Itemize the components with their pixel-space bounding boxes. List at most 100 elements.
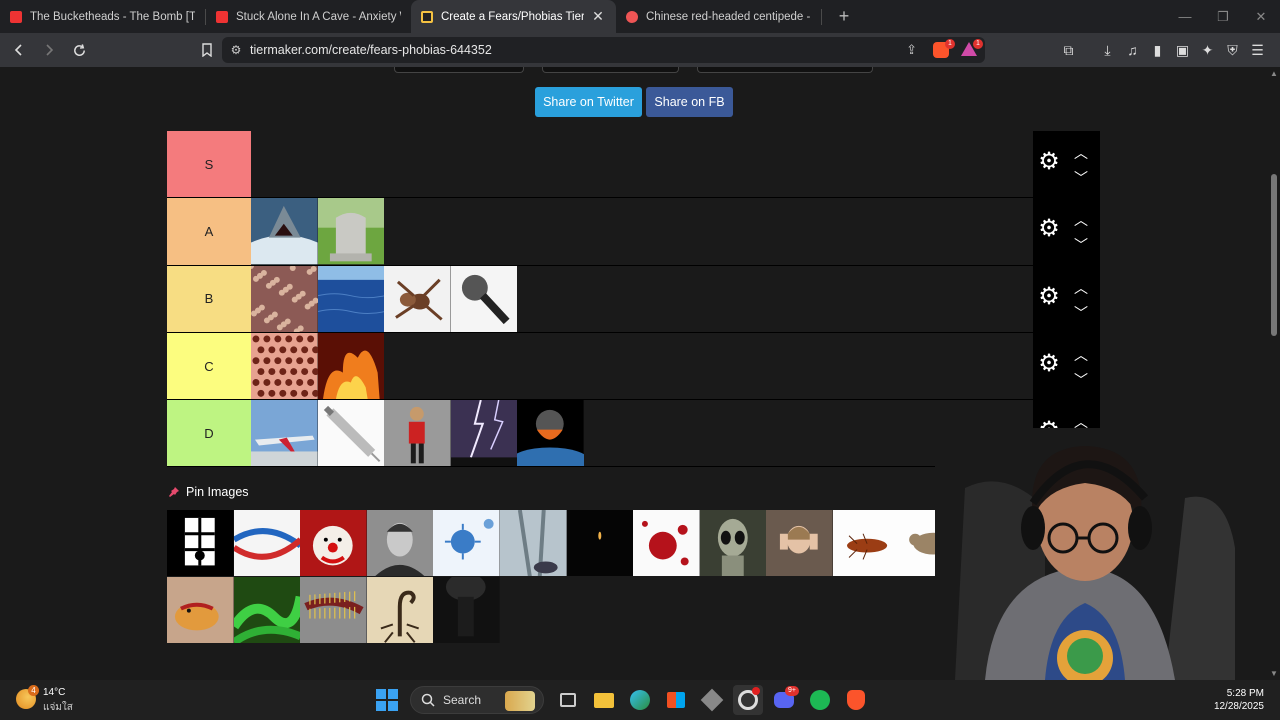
tier-label[interactable]: A: [167, 198, 251, 265]
weather-widget[interactable]: 4 14°C แจ่มใส: [16, 685, 96, 715]
address-bar[interactable]: ⚙ tiermaker.com/create/fears-phobias-644…: [222, 37, 985, 63]
tier-drop-zone[interactable]: [251, 198, 1033, 265]
new-tab-button[interactable]: +: [830, 6, 858, 27]
puppet-image[interactable]: [384, 400, 451, 467]
tier-drop-zone[interactable]: [251, 265, 1033, 332]
sidebar-icon[interactable]: ▮: [1145, 42, 1170, 59]
ocean-image[interactable]: [317, 265, 385, 332]
syringe-image[interactable]: [317, 400, 385, 467]
chevron-down-icon[interactable]: ﹀: [1074, 303, 1088, 323]
tier-drop-zone[interactable]: [251, 131, 1033, 198]
share-icon[interactable]: ⇪: [906, 42, 917, 58]
media-icon[interactable]: ♫: [1120, 42, 1145, 58]
reload-button[interactable]: [66, 37, 92, 63]
windows-start-icon[interactable]: [376, 689, 398, 711]
blood-image[interactable]: [633, 510, 700, 577]
share-twitter-button[interactable]: Share on Twitter: [535, 87, 642, 117]
chevron-up-icon[interactable]: ︿: [1074, 278, 1088, 298]
portrait-man-image[interactable]: [366, 510, 434, 577]
airplane-image[interactable]: [251, 400, 318, 467]
chevron-up-icon[interactable]: ︿: [1074, 345, 1088, 365]
discord-icon[interactable]: 9+: [769, 685, 799, 715]
scroll-up-icon[interactable]: ▲: [1270, 69, 1278, 78]
holes-trypophobia-image[interactable]: [251, 332, 318, 400]
page-scrollbar[interactable]: ▲ ▼: [1268, 67, 1280, 680]
restore-icon[interactable]: ❐: [1204, 0, 1242, 33]
leo-ai-icon[interactable]: ✦: [1195, 42, 1220, 59]
chevron-up-icon[interactable]: ︿: [1074, 143, 1088, 163]
chevron-down-icon[interactable]: ﹀: [1074, 235, 1088, 255]
obs-icon[interactable]: [733, 685, 763, 715]
gear-icon[interactable]: ⚙: [1038, 217, 1060, 241]
tier-label[interactable]: S: [167, 131, 251, 198]
dark-shadow-image[interactable]: [433, 576, 500, 643]
candle-dark-image[interactable]: [566, 510, 634, 577]
tier-drop-zone[interactable]: [251, 332, 1033, 400]
scorpion-image[interactable]: [366, 576, 434, 643]
vpn-icon[interactable]: ⛨: [1220, 42, 1245, 59]
pin-images-toggle[interactable]: Pin Images: [168, 485, 249, 499]
clown-image[interactable]: [300, 510, 367, 577]
close-tab-icon[interactable]: ✕: [590, 8, 606, 25]
scared-child-image[interactable]: [766, 510, 833, 577]
wallet-icon[interactable]: ▣: [1170, 42, 1195, 59]
taskbar-search[interactable]: Search: [410, 686, 544, 714]
share-facebook-button[interactable]: Share on FB: [646, 87, 733, 117]
gravestone-image[interactable]: [317, 198, 385, 265]
system-clock[interactable]: 5:28 PM 12/28/2025: [1214, 687, 1264, 713]
tab-tiermaker[interactable]: Create a Fears/Phobias Tier List ✕: [411, 0, 616, 33]
close-window-icon[interactable]: ✕: [1242, 0, 1280, 33]
button-partial[interactable]: [394, 67, 524, 73]
microsoft-store-icon[interactable]: [661, 685, 691, 715]
site-settings-icon[interactable]: ⚙: [222, 43, 250, 57]
download-icon[interactable]: ⤓: [1095, 42, 1120, 59]
tarantula-image[interactable]: [384, 265, 451, 332]
tab-youtube-bucketheads[interactable]: The Bucketheads - The Bomb [These: [0, 0, 205, 33]
minimize-icon[interactable]: —: [1166, 0, 1204, 33]
virus-image[interactable]: [433, 510, 500, 577]
lizard-image[interactable]: [167, 576, 234, 643]
back-button[interactable]: [6, 37, 32, 63]
tier-drop-zone[interactable]: [251, 400, 1033, 467]
alien-image[interactable]: [699, 510, 767, 577]
fire-image[interactable]: [317, 332, 385, 400]
centipede-image[interactable]: [300, 576, 367, 643]
bookmark-button[interactable]: [194, 37, 220, 63]
crowd-image[interactable]: [251, 265, 318, 332]
asteroid-earth-image[interactable]: [517, 400, 584, 467]
streamer-webcam-image: [935, 428, 1268, 680]
tier-label[interactable]: B: [167, 265, 251, 332]
dark-window-image[interactable]: [167, 510, 234, 577]
knot-image[interactable]: [233, 510, 301, 577]
edge-icon[interactable]: [625, 685, 655, 715]
button-partial[interactable]: [542, 67, 679, 73]
chevron-up-icon[interactable]: ︿: [1074, 210, 1088, 230]
pin-images-label: Pin Images: [186, 485, 249, 499]
brave-icon[interactable]: [841, 685, 871, 715]
forward-button[interactable]: [36, 37, 62, 63]
microphone-image[interactable]: [450, 265, 518, 332]
screenshot-icon[interactable]: ⧉: [1056, 42, 1081, 59]
tab-brave-search-centipede[interactable]: Chinese red-headed centipede - Brav: [616, 0, 821, 33]
gear-icon[interactable]: ⚙: [1038, 284, 1060, 308]
button-partial[interactable]: [697, 67, 873, 73]
unity-icon[interactable]: [697, 685, 727, 715]
chevron-down-icon[interactable]: ﹀: [1074, 370, 1088, 390]
tab-youtube-cave[interactable]: Stuck Alone In A Cave - Anxiety Warr: [206, 0, 411, 33]
spotify-icon[interactable]: [805, 685, 835, 715]
lightning-image[interactable]: [450, 400, 518, 467]
chevron-down-icon[interactable]: ﹀: [1074, 168, 1088, 188]
tier-label[interactable]: D: [167, 400, 251, 467]
gear-icon[interactable]: ⚙: [1038, 150, 1060, 174]
gear-icon[interactable]: ⚙: [1038, 351, 1060, 375]
task-view-icon[interactable]: [553, 685, 583, 715]
green-snake-image[interactable]: [233, 576, 301, 643]
tier-label[interactable]: C: [167, 332, 251, 400]
file-explorer-icon[interactable]: [589, 685, 619, 715]
tier-row: S ⚙ ︿ ﹀: [167, 131, 1100, 199]
scroll-down-icon[interactable]: ▼: [1270, 669, 1278, 678]
shark-image[interactable]: [251, 198, 318, 265]
menu-icon[interactable]: ☰: [1245, 42, 1270, 59]
scrollbar-thumb[interactable]: [1271, 174, 1277, 336]
heights-image[interactable]: [499, 510, 567, 577]
